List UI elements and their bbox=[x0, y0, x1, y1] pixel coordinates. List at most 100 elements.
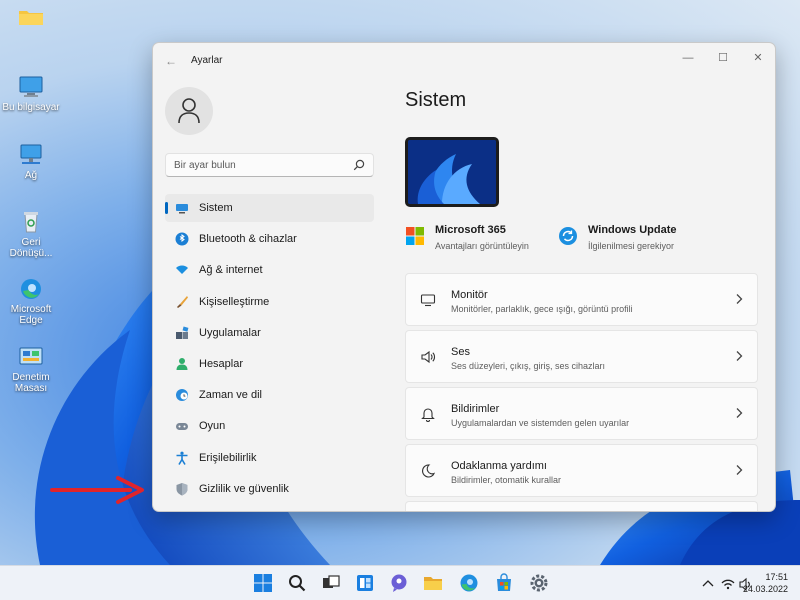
sidebar-item-label: Gizlilik ve güvenlik bbox=[199, 482, 289, 495]
card-subtitle: Uygulamalardan ve sistemden gelen uyarıl… bbox=[451, 418, 630, 428]
clock-date: 24.03.2022 bbox=[742, 584, 788, 594]
page-title: Sistem bbox=[405, 89, 467, 111]
back-arrow-icon[interactable]: ← bbox=[163, 53, 179, 69]
search-field[interactable] bbox=[165, 153, 374, 177]
card-title: Bildirimler bbox=[451, 403, 500, 415]
wallpaper-thumbnail bbox=[408, 140, 496, 204]
sidebar-item-label: Kişiselleştirme bbox=[199, 295, 270, 308]
desktop-icon-recycle-bin[interactable]: Geri Dönüşü... bbox=[0, 210, 62, 259]
sidebar-item-time-language[interactable]: Zaman ve dil bbox=[165, 381, 374, 409]
file-explorer-icon[interactable] bbox=[423, 573, 443, 593]
title-bar[interactable]: ← Ayarlar — ☐ ✕ bbox=[153, 43, 775, 79]
bell-icon bbox=[421, 408, 435, 422]
network-icon bbox=[18, 143, 44, 167]
folder-icon[interactable] bbox=[18, 8, 44, 26]
bluetooth-icon bbox=[175, 232, 189, 246]
desktop-icon-label: Ağ bbox=[24, 170, 38, 181]
clock[interactable]: 17:51 24.03.2022 bbox=[743, 571, 788, 595]
brush-icon bbox=[177, 295, 188, 308]
globe-clock-icon bbox=[176, 389, 188, 402]
desktop-icon-label: Microsoft Edge bbox=[10, 304, 52, 326]
sidebar-item-accessibility[interactable]: Erişilebilirlik bbox=[165, 444, 374, 472]
person-icon bbox=[178, 98, 200, 124]
card-notifications[interactable]: Bildirimler Uygulamalardan ve sistemden … bbox=[405, 387, 758, 440]
settings-list: Monitör Monitörler, parlaklık, gece ışığ… bbox=[405, 273, 758, 511]
info-subtitle: Avantajları görüntüleyin bbox=[435, 241, 529, 251]
card-title: Odaklanma yardımı bbox=[451, 460, 547, 472]
desktop-icon-this-pc[interactable]: Bu bilgisayar bbox=[0, 75, 62, 113]
chevron-right-icon bbox=[736, 294, 743, 304]
sidebar-item-network[interactable]: Ağ & internet bbox=[165, 256, 374, 284]
windows-start-icon[interactable] bbox=[253, 573, 273, 593]
chevron-up-icon[interactable] bbox=[702, 580, 714, 587]
avatar[interactable] bbox=[165, 87, 213, 135]
sidebar-item-personalization[interactable]: Kişiselleştirme bbox=[165, 288, 374, 316]
card-focus-assist[interactable]: Odaklanma yardımı Bildirimler, otomatik … bbox=[405, 444, 758, 497]
search-icon[interactable] bbox=[353, 159, 365, 171]
sidebar-item-bluetooth[interactable]: Bluetooth & cihazlar bbox=[165, 225, 374, 253]
desktop-icon-edge[interactable]: Microsoft Edge bbox=[0, 277, 62, 326]
accessibility-icon bbox=[176, 451, 188, 465]
card-title: Monitör bbox=[451, 289, 488, 301]
info-subtitle: İlgilenilmesi gerekiyor bbox=[588, 241, 675, 251]
desktop-icon-label: Geri Dönüşü... bbox=[9, 237, 53, 259]
sidebar-item-label: Zaman ve dil bbox=[199, 389, 262, 402]
microsoft-365-tile[interactable]: Microsoft 365 Avantajları görüntüleyin bbox=[405, 224, 555, 264]
search-icon[interactable] bbox=[287, 573, 307, 593]
red-arrow-annotation bbox=[50, 476, 144, 504]
update-icon bbox=[559, 227, 577, 245]
settings-window[interactable]: ← Ayarlar — ☐ ✕ Sistem Bluetooth & cihaz… bbox=[152, 42, 776, 512]
chat-icon[interactable] bbox=[389, 573, 409, 593]
edge-icon[interactable] bbox=[459, 573, 479, 593]
chevron-right-icon bbox=[736, 408, 743, 418]
sidebar-item-label: Uygulamalar bbox=[199, 326, 261, 339]
sidebar-item-label: Ağ & internet bbox=[199, 264, 263, 277]
widgets-icon[interactable] bbox=[355, 573, 375, 593]
gamepad-icon bbox=[176, 423, 188, 431]
moon-icon bbox=[422, 464, 436, 478]
wifi-icon[interactable] bbox=[721, 579, 735, 586]
sidebar-item-accounts[interactable]: Hesaplar bbox=[165, 350, 374, 378]
desktop-icon-label: Denetim Masası bbox=[12, 372, 50, 394]
edge-icon bbox=[18, 277, 44, 301]
search-input[interactable] bbox=[174, 158, 344, 173]
card-subtitle: Bildirimler, otomatik kurallar bbox=[451, 475, 562, 485]
sidebar-item-system[interactable]: Sistem bbox=[165, 194, 374, 222]
card-subtitle: Monitörler, parlaklık, gece ışığı, görün… bbox=[451, 304, 633, 314]
clock-time: 17:51 bbox=[765, 572, 788, 582]
sidebar-item-privacy-security[interactable]: Gizlilik ve güvenlik bbox=[165, 475, 374, 503]
info-title: Windows Update bbox=[588, 224, 677, 236]
card-subtitle: Ses düzeyleri, çıkış, giriş, ses cihazla… bbox=[451, 361, 606, 371]
card-sound[interactable]: Ses Ses düzeyleri, çıkış, giriş, ses cih… bbox=[405, 330, 758, 383]
minimize-button[interactable]: — bbox=[675, 48, 701, 68]
sidebar-nav: Sistem Bluetooth & cihazlar Ağ & interne… bbox=[165, 194, 374, 506]
microsoft-logo-icon bbox=[406, 227, 424, 245]
apps-icon bbox=[176, 326, 189, 339]
card-title: Ses bbox=[451, 346, 470, 358]
active-indicator bbox=[165, 202, 168, 214]
windows-update-tile[interactable]: Windows Update İlgilenilmesi gerekiyor bbox=[558, 224, 728, 264]
sidebar-item-label: Sistem bbox=[199, 202, 233, 214]
chevron-right-icon bbox=[736, 351, 743, 361]
sidebar-item-label: Hesaplar bbox=[199, 357, 244, 370]
store-icon[interactable] bbox=[494, 573, 514, 593]
task-view-icon[interactable] bbox=[321, 573, 341, 593]
window-title: Ayarlar bbox=[191, 55, 223, 66]
settings-icon[interactable] bbox=[529, 573, 549, 593]
wifi-icon bbox=[176, 265, 188, 275]
close-button[interactable]: ✕ bbox=[745, 48, 771, 68]
desktop-icon-network[interactable]: Ağ bbox=[0, 143, 62, 181]
maximize-button[interactable]: ☐ bbox=[710, 48, 736, 68]
monitor-icon bbox=[176, 204, 188, 214]
monitor-icon bbox=[420, 294, 436, 307]
device-preview[interactable] bbox=[405, 137, 499, 207]
sidebar-item-gaming[interactable]: Oyun bbox=[165, 412, 374, 440]
desktop-icon-control-panel[interactable]: Denetim Masası bbox=[0, 345, 62, 394]
recycle-bin-icon bbox=[18, 210, 44, 234]
card-display[interactable]: Monitör Monitörler, parlaklık, gece ışığ… bbox=[405, 273, 758, 326]
control-panel-icon bbox=[18, 345, 44, 369]
sidebar-item-apps[interactable]: Uygulamalar bbox=[165, 319, 374, 347]
person-icon bbox=[176, 357, 188, 370]
speaker-icon bbox=[421, 350, 435, 364]
card-partial[interactable] bbox=[405, 501, 758, 511]
